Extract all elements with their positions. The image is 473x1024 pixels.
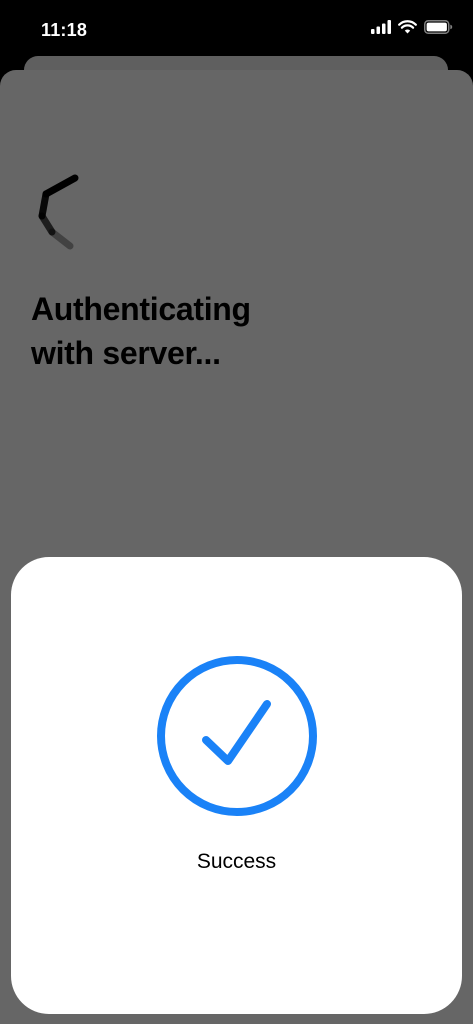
auth-title: Authenticating with server...	[31, 291, 251, 371]
status-time: 11:18	[41, 20, 88, 40]
checkmark-circle-icon	[157, 656, 317, 816]
wifi-icon	[398, 20, 417, 34]
status-icons	[371, 20, 453, 34]
signal-bars-icon	[371, 20, 391, 34]
status-bar: 11:18	[0, 0, 473, 58]
battery-icon	[424, 20, 453, 34]
success-label: Success	[196, 850, 277, 873]
success-card: Success	[11, 557, 462, 1014]
loading-spinner-icon	[38, 174, 79, 250]
